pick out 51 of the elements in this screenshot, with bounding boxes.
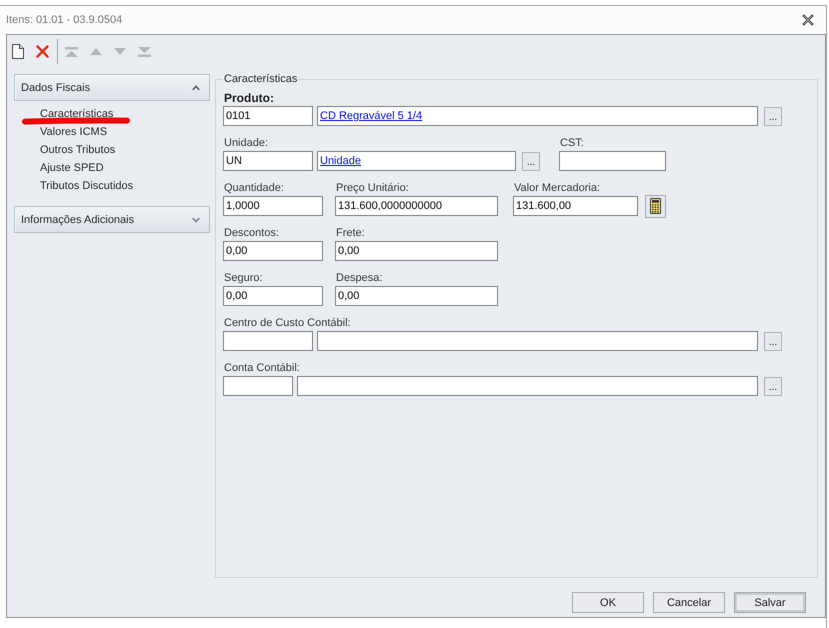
browse-button[interactable]: ... bbox=[764, 376, 782, 396]
field-label: Preço Unitário: bbox=[335, 181, 410, 196]
field-label: Frete: bbox=[335, 226, 366, 241]
field-label: Valor Mercadoria: bbox=[513, 181, 601, 196]
field-label: Descontos: bbox=[223, 226, 280, 241]
field-label: Unidade: bbox=[223, 136, 270, 151]
field-label: Despesa: bbox=[335, 271, 384, 286]
account-name-field[interactable] bbox=[297, 376, 758, 396]
unit-link[interactable]: Unidade bbox=[320, 155, 361, 167]
product-description-field[interactable]: CD Regravável 5 1/4 bbox=[317, 106, 758, 126]
unit-code-field[interactable]: UN bbox=[223, 151, 313, 171]
dialog-button[interactable]: OK bbox=[572, 592, 644, 613]
cost-center-name-field[interactable] bbox=[317, 331, 758, 351]
discounts-field[interactable]: 0,00 bbox=[223, 241, 323, 261]
field-label: Produto: bbox=[223, 91, 275, 106]
new-document-icon[interactable] bbox=[12, 44, 24, 59]
quantity-field[interactable]: 1,0000 bbox=[223, 196, 323, 216]
product-link[interactable]: CD Regravável 5 1/4 bbox=[320, 110, 422, 122]
cross-icon[interactable] bbox=[36, 45, 49, 58]
nav-link[interactable]: Ajuste SPED bbox=[40, 162, 104, 174]
account-code-field[interactable] bbox=[223, 376, 293, 396]
merchandise-value-field[interactable]: 131.600,00 bbox=[513, 196, 638, 216]
window-title: Itens: 01.01 - 03.9.0504 bbox=[6, 14, 122, 26]
cost-center-code-field[interactable] bbox=[223, 331, 313, 351]
group-header[interactable]: Informações Adicionais bbox=[14, 206, 210, 233]
browse-button[interactable]: ... bbox=[764, 332, 782, 350]
nav-link[interactable]: Outros Tributos bbox=[40, 144, 116, 156]
cst-field[interactable] bbox=[559, 151, 666, 171]
freight-field[interactable]: 0,00 bbox=[335, 241, 498, 261]
nav-link[interactable]: Características bbox=[40, 108, 114, 120]
field-label: Centro de Custo Contábil: bbox=[223, 316, 352, 331]
unit-description-field[interactable]: Unidade bbox=[317, 151, 516, 171]
group-header[interactable]: Dados Fiscais bbox=[14, 74, 210, 101]
browse-button[interactable]: ... bbox=[522, 152, 540, 170]
dialog-button[interactable]: Salvar bbox=[734, 592, 806, 613]
dialog-button[interactable]: Cancelar bbox=[653, 592, 725, 613]
nav-link[interactable]: Valores ICMS bbox=[40, 126, 108, 138]
field-label: CST: bbox=[559, 136, 585, 151]
calculator-icon bbox=[650, 198, 661, 214]
unit-price-field[interactable]: 131.600,0000000000 bbox=[335, 196, 498, 216]
close-icon[interactable] bbox=[802, 14, 814, 26]
insurance-field[interactable]: 0,00 bbox=[223, 286, 323, 306]
field-label: Seguro: bbox=[223, 271, 264, 286]
product-code-field[interactable]: 0101 bbox=[223, 106, 313, 126]
calculator-button[interactable] bbox=[645, 194, 666, 218]
browse-button[interactable]: ... bbox=[764, 106, 782, 126]
expense-field[interactable]: 0,00 bbox=[335, 286, 498, 306]
group-box-title: Características bbox=[223, 72, 298, 86]
nav-link[interactable]: Tributos Discutidos bbox=[40, 180, 134, 192]
field-label: Quantidade: bbox=[223, 181, 285, 196]
field-label: Conta Contábil: bbox=[223, 361, 301, 376]
